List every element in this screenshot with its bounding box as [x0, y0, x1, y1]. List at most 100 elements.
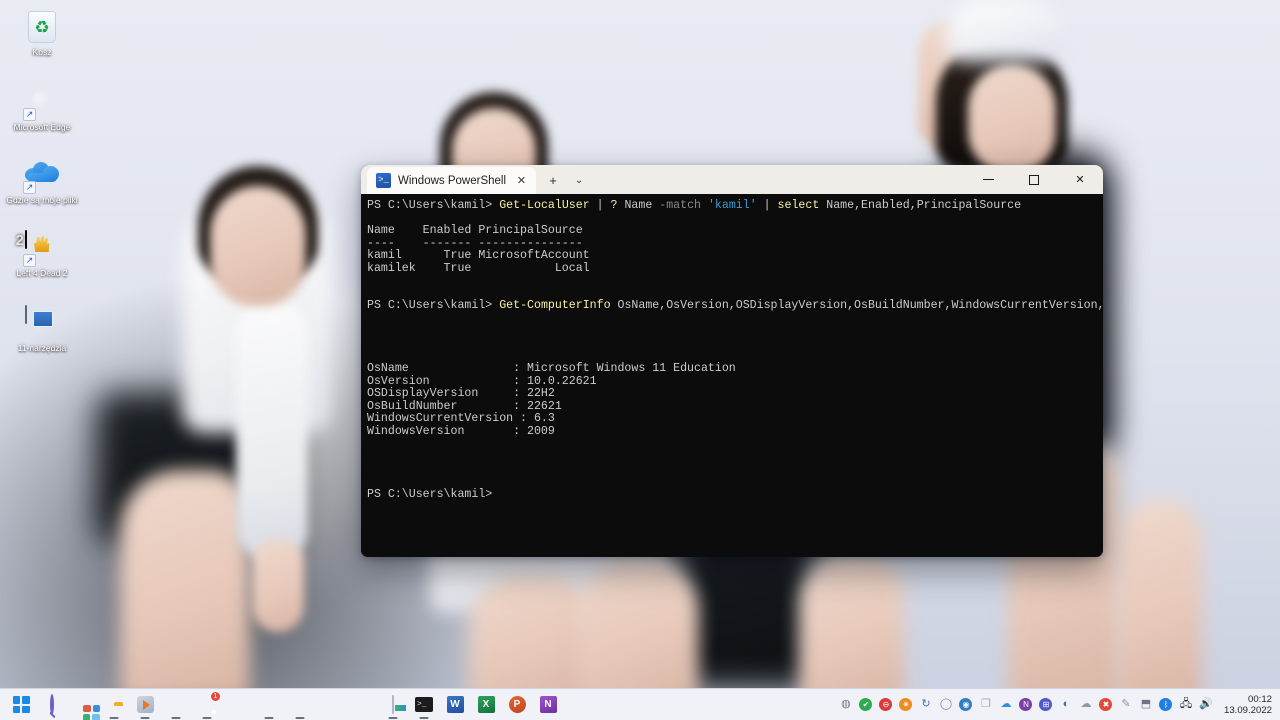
- tray-block[interactable]: ⊖: [878, 697, 894, 713]
- powerpoint-icon: P: [509, 696, 526, 713]
- edge-button[interactable]: [163, 692, 189, 718]
- console-command-segment: -match: [659, 199, 701, 212]
- network-icon: 🖧: [1180, 699, 1192, 710]
- folder-tile-icon: [25, 306, 59, 340]
- media-player-icon: [137, 696, 154, 713]
- close-tab-icon[interactable]: ✕: [513, 172, 530, 189]
- tray-swirl[interactable]: ◐: [1058, 697, 1074, 713]
- new-tab-button[interactable]: +: [542, 169, 564, 191]
- onenote-button[interactable]: N: [535, 692, 561, 718]
- block-circle-icon: ⊖: [879, 698, 892, 711]
- media-player-button[interactable]: [132, 692, 158, 718]
- desktop-icon-grid: ♻ Kosz ↗ Microsoft Edge ↗ Gdzie są moje …: [0, 0, 84, 355]
- tray-chat[interactable]: ◯: [938, 697, 954, 713]
- desktop-icon-left-4-dead-2[interactable]: 2 ↗ Left 4 Dead 2: [4, 227, 80, 280]
- console-output-line: Name Enabled PrincipalSource: [367, 225, 1095, 238]
- close-button[interactable]: ✕: [1057, 165, 1103, 194]
- console-output-line: [367, 325, 1095, 338]
- tray-sync[interactable]: ↻: [918, 697, 934, 713]
- tray-check[interactable]: ✔: [858, 697, 874, 713]
- tray-cloud[interactable]: ☁: [998, 697, 1014, 713]
- chrome-button[interactable]: 1: [194, 692, 220, 718]
- tray-plug[interactable]: ✎: [1118, 697, 1134, 713]
- console-output-area[interactable]: PS C:\Users\kamil> Get-LocalUser | ? Nam…: [361, 194, 1103, 557]
- console-command-segment: Get-LocalUser: [499, 199, 589, 212]
- widgets-button[interactable]: [70, 692, 96, 718]
- tray-usb[interactable]: ⬒: [1138, 697, 1154, 713]
- active-indicator: [296, 717, 305, 719]
- powerpoint-button[interactable]: P: [504, 692, 530, 718]
- console-output-line: [367, 313, 1095, 326]
- edge-icon: ↗: [25, 85, 59, 119]
- sync-icon: ↻: [921, 699, 930, 710]
- desktop-icon-microsoft-edge[interactable]: ↗ Microsoft Edge: [4, 81, 80, 134]
- powershell-window[interactable]: >_ Windows PowerShell ✕ + ⌄ ✕ PS C:\User…: [361, 165, 1103, 557]
- tray-network[interactable]: 🖧: [1178, 697, 1194, 713]
- active-indicator: [265, 717, 274, 719]
- file-explorer-button[interactable]: [101, 692, 127, 718]
- firefox-dev-button[interactable]: [256, 692, 282, 718]
- recycle-bin-icon: ♻: [25, 10, 59, 44]
- tab-windows-powershell[interactable]: >_ Windows PowerShell ✕: [367, 167, 536, 194]
- word-icon: W: [447, 696, 464, 713]
- desktop-icon-recycle-bin[interactable]: ♻ Kosz: [4, 6, 80, 59]
- tray-discord[interactable]: ◍: [838, 697, 854, 713]
- tray-teams[interactable]: ⊞: [1038, 697, 1054, 713]
- tray-bluetooth[interactable]: ᛒ: [1158, 697, 1174, 713]
- powershell-icon: >_: [376, 173, 391, 188]
- onedrive-icon: ☁: [1080, 699, 1091, 710]
- desktop-icon-onedrive-files[interactable]: ↗ Gdzie są moje pliki: [4, 154, 80, 207]
- gear-icon: ✷: [899, 698, 912, 711]
- shortcut-arrow-icon: ↗: [23, 181, 36, 194]
- console-command-segment: |: [590, 199, 611, 212]
- console-command-segment: Name,Enabled,PrincipalSource: [819, 199, 1021, 212]
- desktop-icon-tools-folder[interactable]: 11-narzędzia: [4, 302, 80, 355]
- console-output-line: [367, 451, 1095, 464]
- tray-volume[interactable]: 🔊: [1198, 697, 1214, 713]
- minimize-button[interactable]: [965, 165, 1011, 194]
- chevron-down-icon[interactable]: ⌄: [568, 169, 590, 191]
- maximize-button[interactable]: [1011, 165, 1057, 194]
- tray-page[interactable]: ❐: [978, 697, 994, 713]
- desktop-icon-label: Gdzie są moje pliki: [6, 195, 77, 205]
- search-button[interactable]: [39, 692, 65, 718]
- taskbar-clock[interactable]: 00:12 13.09.2022: [1218, 694, 1274, 716]
- console-command-segment: ?: [611, 199, 618, 212]
- desktop-icon-label: Left 4 Dead 2: [16, 268, 67, 278]
- discord-icon: ◍: [841, 699, 851, 710]
- wallpaper-figure: [800, 556, 904, 688]
- tray-onenote[interactable]: N: [1018, 697, 1034, 713]
- console-output-line: [367, 338, 1095, 351]
- terminal-button[interactable]: >_: [411, 692, 437, 718]
- console-command-segment: PS C:\Users\kamil>: [367, 299, 499, 312]
- shield-alert-icon: ✖: [1099, 698, 1112, 711]
- firefox-alt-button[interactable]: [287, 692, 313, 718]
- teams-icon: ⊞: [1039, 698, 1052, 711]
- tray-onedrive[interactable]: ☁: [1078, 697, 1094, 713]
- vscode-button[interactable]: [349, 692, 375, 718]
- console-output-line: [367, 476, 1095, 489]
- console-output-line: [367, 463, 1095, 476]
- console-output-line: kamil True MicrosoftAccount: [367, 250, 1095, 263]
- excel-button[interactable]: X: [473, 692, 499, 718]
- firefox-button[interactable]: [225, 692, 251, 718]
- window-titlebar[interactable]: >_ Windows PowerShell ✕ + ⌄ ✕: [361, 165, 1103, 194]
- wallpaper-figure: [210, 186, 306, 306]
- tray-settings[interactable]: ✷: [898, 697, 914, 713]
- tray-antivirus[interactable]: ✖: [1098, 697, 1114, 713]
- start-button[interactable]: [8, 692, 34, 718]
- active-indicator: [172, 717, 181, 719]
- tray-globe[interactable]: ◉: [958, 697, 974, 713]
- visual-studio-button[interactable]: [318, 692, 344, 718]
- wallpaper-figure: [470, 575, 594, 688]
- active-indicator: [389, 717, 398, 719]
- bluetooth-icon: ᛒ: [1159, 698, 1172, 711]
- taskbar-app-buttons: 1 >_ WXPN: [8, 692, 561, 718]
- word-button[interactable]: W: [442, 692, 468, 718]
- wallpaper-figure: [120, 470, 250, 688]
- paint-button[interactable]: [380, 692, 406, 718]
- console-command-segment: select: [778, 199, 820, 212]
- console-output-line: OSDisplayVersion : 22H2: [367, 388, 1095, 401]
- left4dead2-icon: 2 ↗: [25, 231, 59, 265]
- system-tray: ◍✔⊖✷↻◯◉❐☁N⊞◐☁✖✎⬒ᛒ🖧🔊 00:12 13.09.2022: [838, 694, 1274, 716]
